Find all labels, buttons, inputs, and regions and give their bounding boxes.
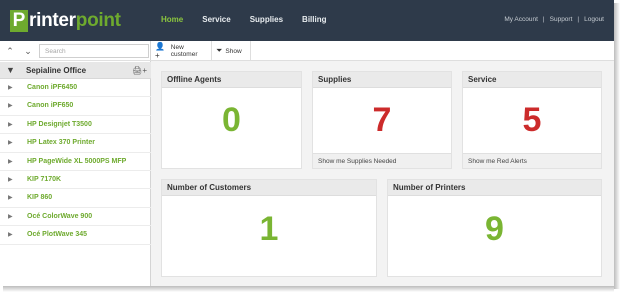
nav-supplies[interactable]: Supplies xyxy=(250,15,283,24)
printer-name[interactable]: HP Latex 370 Printer xyxy=(27,134,95,152)
printer-name[interactable]: Océ PlotWave 345 xyxy=(27,226,87,244)
card-title: Offline Agents xyxy=(162,72,301,88)
card-title: Number of Printers xyxy=(388,180,601,196)
printer-name[interactable]: Canon iPF6450 xyxy=(27,79,77,97)
caret-right-icon[interactable]: ▶ xyxy=(8,116,13,134)
nav-service[interactable]: Service xyxy=(202,15,230,24)
main-nav: Home Service Supplies Billing xyxy=(161,15,327,24)
list-item[interactable]: ▶ Canon iPF6450 xyxy=(0,79,151,98)
support-link[interactable]: Support xyxy=(550,16,573,23)
search-row: ⌃ ⌄ xyxy=(0,41,151,61)
top-header: P rinterpoint Home Service Supplies Bill… xyxy=(0,0,614,41)
customers-card: Number of Customers 1 xyxy=(161,179,377,277)
caret-right-icon[interactable]: ▶ xyxy=(8,134,13,152)
caret-right-icon[interactable]: ▶ xyxy=(8,79,13,97)
collapse-up-icon[interactable]: ⌃ xyxy=(2,43,18,59)
new-customer-label: New customer xyxy=(170,44,198,58)
customers-count: 1 xyxy=(259,210,279,248)
new-customer-button[interactable]: 👤+ New customer xyxy=(151,41,212,61)
nav-billing[interactable]: Billing xyxy=(302,15,326,24)
printer-name[interactable]: Océ ColorWave 900 xyxy=(27,208,92,226)
printer-name[interactable]: HP Designjet T3500 xyxy=(27,116,92,134)
account-links: My Account | Support | Logout xyxy=(504,16,604,23)
supplies-count: 7 xyxy=(372,101,392,139)
caret-right-icon[interactable]: ▶ xyxy=(8,171,13,189)
printer-name[interactable]: HP PageWide XL 5000PS MFP xyxy=(27,153,126,171)
window-shadow xyxy=(614,3,620,289)
list-item[interactable]: ▶ HP PageWide XL 5000PS MFP xyxy=(0,153,151,171)
window-shadow xyxy=(3,286,614,292)
list-item[interactable]: ▶ KIP 860 xyxy=(0,189,151,208)
red-alerts-link[interactable]: Show me Red Alerts xyxy=(463,153,601,168)
show-label: Show xyxy=(225,47,242,55)
caret-right-icon[interactable]: ▶ xyxy=(8,97,13,115)
add-user-icon: 👤+ xyxy=(155,42,165,60)
service-count: 5 xyxy=(522,101,542,139)
caret-right-icon[interactable]: ▶ xyxy=(8,189,13,207)
list-item[interactable]: ▶ Océ PlotWave 345 xyxy=(0,226,151,245)
printers-count: 9 xyxy=(485,210,504,248)
my-account-link[interactable]: My Account xyxy=(504,16,538,23)
dashboard: Offline Agents 0 Supplies 7 Show me Supp… xyxy=(151,61,614,286)
caret-down-icon[interactable]: ▼ xyxy=(6,63,15,78)
office-name: Sepialine Office xyxy=(26,66,87,75)
filter-icon: ⏷ xyxy=(216,46,223,55)
expand-down-icon[interactable]: ⌄ xyxy=(20,43,36,59)
separator: | xyxy=(542,16,545,23)
printer-list: ▶ Canon iPF6450 ▶ Canon iPF650 ▶ HP Designj… xyxy=(0,79,151,245)
list-item[interactable]: ▶ HP Latex 370 Printer xyxy=(0,134,151,153)
logo-letter: P xyxy=(10,10,28,32)
caret-right-icon[interactable]: ▶ xyxy=(8,208,13,226)
printer-name[interactable]: KIP 860 xyxy=(27,189,52,207)
search-input[interactable] xyxy=(39,44,149,58)
list-item[interactable]: ▶ KIP 7170K xyxy=(0,171,151,190)
card-title: Service xyxy=(463,72,601,88)
nav-home[interactable]: Home xyxy=(161,15,183,24)
printerpoint-logo[interactable]: P rinterpoint xyxy=(10,10,121,32)
office-row[interactable]: ▼ Sepialine Office 🖨+ xyxy=(0,62,151,79)
list-item[interactable]: ▶ HP Designjet T3500 xyxy=(0,116,151,135)
caret-right-icon[interactable]: ▶ xyxy=(8,153,13,171)
printer-name[interactable]: KIP 7170K xyxy=(27,171,61,189)
show-filter-button[interactable]: ⏷ Show xyxy=(212,41,251,61)
printer-name[interactable]: Canon iPF650 xyxy=(27,97,73,115)
supplies-card: Supplies 7 Show me Supplies Needed xyxy=(312,71,452,169)
toolbar: 👤+ New customer ⏷ Show xyxy=(151,41,614,61)
offline-agents-card: Offline Agents 0 xyxy=(161,71,302,169)
card-title: Number of Customers xyxy=(162,180,376,196)
supplies-needed-link[interactable]: Show me Supplies Needed xyxy=(313,153,451,168)
logo-wordmark: rinterpoint xyxy=(29,10,121,31)
printers-card: Number of Printers 9 xyxy=(387,179,602,277)
list-item[interactable]: ▶ Océ ColorWave 900 xyxy=(0,208,151,227)
list-item[interactable]: ▶ Canon iPF650 xyxy=(0,97,151,116)
separator: | xyxy=(577,16,580,23)
printer-tree-panel: ⌃ ⌄ ▼ Sepialine Office 🖨+ ▶ Canon iPF6450… xyxy=(0,41,151,286)
caret-right-icon[interactable]: ▶ xyxy=(8,226,13,244)
offline-agents-count: 0 xyxy=(222,101,241,139)
logout-link[interactable]: Logout xyxy=(584,16,604,23)
card-title: Supplies xyxy=(313,72,451,88)
service-card: Service 5 Show me Red Alerts xyxy=(462,71,602,169)
add-printer-icon[interactable]: 🖨+ xyxy=(132,62,147,79)
